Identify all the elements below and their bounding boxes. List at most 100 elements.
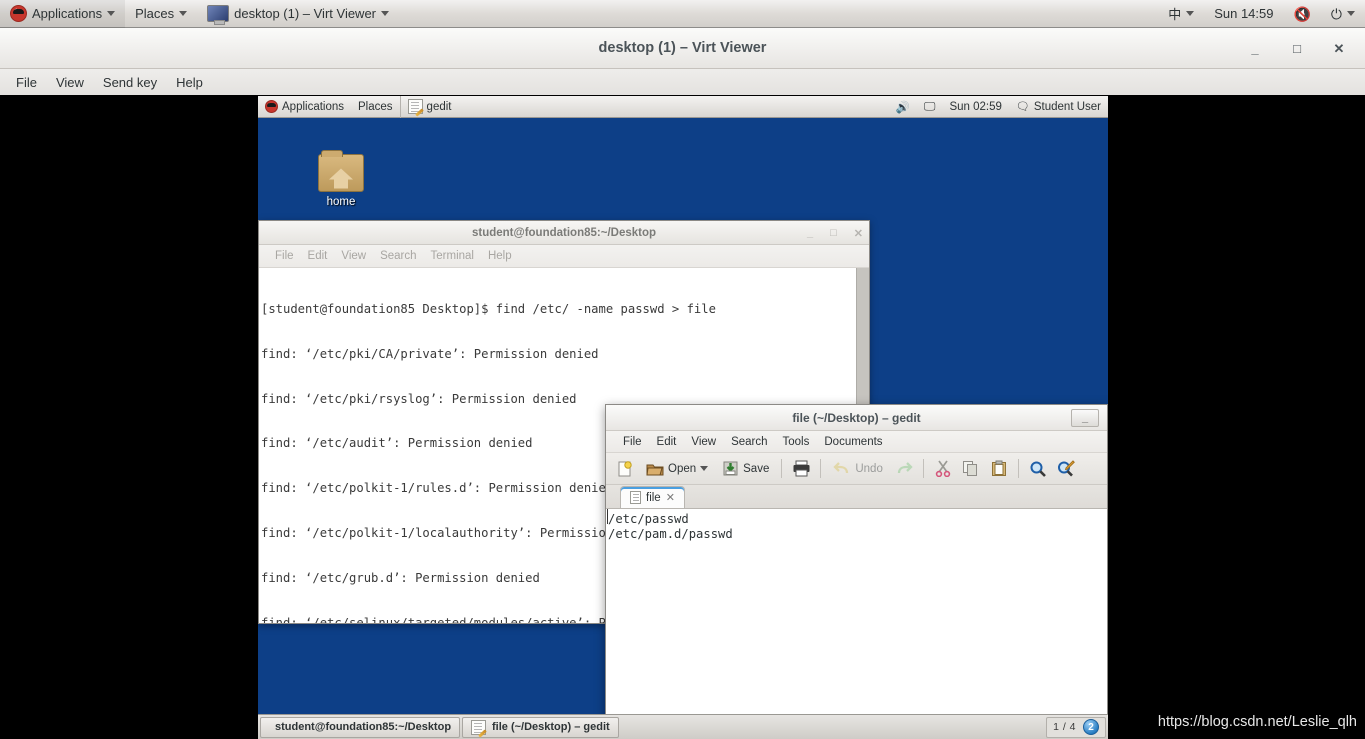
vm-places-menu[interactable]: Places: [351, 96, 400, 118]
open-button[interactable]: Open: [640, 456, 714, 482]
gedit-menu-documents[interactable]: Documents: [817, 434, 889, 450]
terminal-menu-edit[interactable]: Edit: [302, 248, 334, 264]
host-power-menu[interactable]: ⏻: [1321, 0, 1365, 28]
gedit-menu-tools[interactable]: Tools: [776, 434, 817, 450]
chevron-down-icon: [1347, 11, 1355, 16]
gedit-titlebar: file (~/Desktop) – gedit _: [606, 405, 1107, 431]
undo-button[interactable]: Undo: [827, 456, 889, 482]
text-caret: [607, 509, 608, 524]
virt-viewer-menubar: File View Send key Help: [0, 69, 1365, 95]
window-thumbnail-icon: [207, 5, 230, 25]
undo-label: Undo: [855, 462, 883, 475]
volume-icon: 🔊: [895, 101, 910, 114]
vm-applications-label: Applications: [282, 100, 345, 113]
gedit-menu-edit[interactable]: Edit: [650, 434, 684, 450]
toolbar-separator: [1017, 459, 1019, 478]
vm-clock[interactable]: Sun 02:59: [942, 96, 1008, 118]
workspace-switcher[interactable]: 1 / 4 2: [1046, 716, 1106, 738]
desktop-icon-home-label: home: [326, 196, 356, 208]
workspace-indicator: 1 / 4: [1053, 721, 1076, 733]
vm-top-panel: Applications Places gedit 🔊 🖵 Sun 02:59 …: [258, 96, 1108, 118]
terminal-title: student@foundation85:~/Desktop: [471, 226, 657, 239]
save-label: Save: [743, 462, 770, 475]
save-button[interactable]: Save: [716, 456, 775, 482]
host-window-label: desktop (1) – Virt Viewer: [234, 6, 377, 21]
close-icon[interactable]: ✕: [666, 491, 675, 504]
save-icon: [723, 461, 738, 476]
terminal-menu-file[interactable]: File: [269, 248, 300, 264]
terminal-menu-search[interactable]: Search: [374, 248, 422, 264]
host-applications-menu[interactable]: Applications: [0, 0, 126, 28]
desktop-icon-home[interactable]: home: [310, 150, 372, 208]
chevron-down-icon: [107, 11, 116, 16]
terminal-menu-terminal[interactable]: Terminal: [425, 248, 480, 264]
menu-send-key[interactable]: Send key: [95, 72, 165, 93]
taskbar-item-gedit[interactable]: file (~/Desktop) – gedit: [462, 716, 619, 738]
terminal-line: find: ‘/etc/pki/CA/private’: Permission …: [261, 346, 599, 361]
redo-button[interactable]: [891, 456, 917, 482]
gedit-toolbar: Open Save Undo: [606, 453, 1107, 485]
redhat-logo-icon: [10, 5, 27, 22]
letterbox-right: [1108, 96, 1365, 739]
gedit-window[interactable]: file (~/Desktop) – gedit _ File Edit Vie…: [605, 404, 1108, 739]
cut-button[interactable]: [930, 456, 956, 482]
virt-viewer-window-controls: _ □ ✕: [1245, 28, 1357, 69]
document-icon: [630, 491, 641, 504]
menu-view[interactable]: View: [48, 72, 92, 93]
close-button[interactable]: ✕: [1329, 39, 1349, 59]
host-places-menu[interactable]: Places: [125, 0, 197, 28]
terminal-menu-help[interactable]: Help: [482, 248, 518, 264]
new-document-icon: [618, 460, 632, 476]
home-folder-icon: [318, 150, 364, 192]
watermark: https://blog.csdn.net/Leslie_qlh: [1115, 705, 1365, 739]
gedit-tabbar: file ✕: [606, 485, 1107, 509]
vm-volume-button[interactable]: 🔊: [889, 96, 917, 118]
paste-button[interactable]: [986, 456, 1012, 482]
menu-help[interactable]: Help: [168, 72, 211, 93]
host-volume-button[interactable]: 🔇: [1283, 0, 1320, 28]
vm-applications-menu[interactable]: Applications: [258, 96, 351, 118]
gedit-menu-file[interactable]: File: [616, 434, 649, 450]
gedit-minimize-button[interactable]: _: [1071, 409, 1099, 427]
taskbar-item-gedit-label: file (~/Desktop) – gedit: [492, 721, 610, 733]
gedit-menu-view[interactable]: View: [684, 434, 723, 450]
minimize-button[interactable]: _: [1245, 39, 1265, 59]
terminal-minimize-button[interactable]: _: [807, 227, 813, 239]
maximize-button[interactable]: □: [1287, 39, 1307, 59]
taskbar-item-terminal[interactable]: student@foundation85:~/Desktop: [260, 716, 460, 738]
host-clock[interactable]: Sun 14:59: [1204, 0, 1283, 28]
copy-button[interactable]: [958, 456, 984, 482]
vm-display-button[interactable]: 🖵: [917, 96, 943, 118]
workspace-badge: 2: [1083, 719, 1099, 735]
find-button[interactable]: [1025, 456, 1051, 482]
redo-icon: [897, 461, 913, 473]
gedit-menu-search[interactable]: Search: [724, 434, 774, 450]
vm-desktop[interactable]: home student@foundation85:~/Desktop _ □ …: [258, 118, 1108, 739]
print-button[interactable]: [788, 456, 814, 482]
host-top-panel: Applications Places desktop (1) – Virt V…: [0, 0, 1365, 28]
cut-icon: [935, 460, 951, 477]
redhat-logo-icon: [265, 100, 278, 113]
new-document-button[interactable]: [612, 456, 638, 482]
toolbar-separator: [922, 459, 924, 478]
host-window-menu[interactable]: desktop (1) – Virt Viewer: [197, 0, 399, 28]
vm-user-menu[interactable]: 🗨 Student User: [1009, 96, 1108, 118]
toolbar-separator: [781, 459, 783, 478]
gedit-tab-file[interactable]: file ✕: [620, 486, 685, 508]
menu-file[interactable]: File: [8, 72, 45, 93]
terminal-titlebar: student@foundation85:~/Desktop _ □ ✕: [259, 221, 869, 245]
terminal-maximize-button[interactable]: □: [830, 227, 837, 239]
chevron-down-icon: [381, 11, 390, 16]
watermark-url: https://blog.csdn.net/Leslie_qlh: [1157, 714, 1357, 730]
gedit-text-area[interactable]: /etc/passwd /etc/pam.d/passwd: [606, 509, 1107, 738]
vm-user-label: Student User: [1033, 100, 1101, 113]
gedit-menubar: File Edit View Search Tools Documents: [606, 431, 1107, 453]
replace-button[interactable]: [1053, 456, 1079, 482]
vm-active-app[interactable]: gedit: [399, 96, 459, 118]
host-places-label: Places: [135, 6, 175, 21]
vm-screen: Applications Places gedit 🔊 🖵 Sun 02:59 …: [258, 96, 1108, 739]
terminal-close-button[interactable]: ✕: [854, 227, 863, 240]
copy-icon: [963, 461, 978, 476]
host-input-method[interactable]: 中: [1158, 0, 1204, 28]
terminal-menu-view[interactable]: View: [335, 248, 372, 264]
